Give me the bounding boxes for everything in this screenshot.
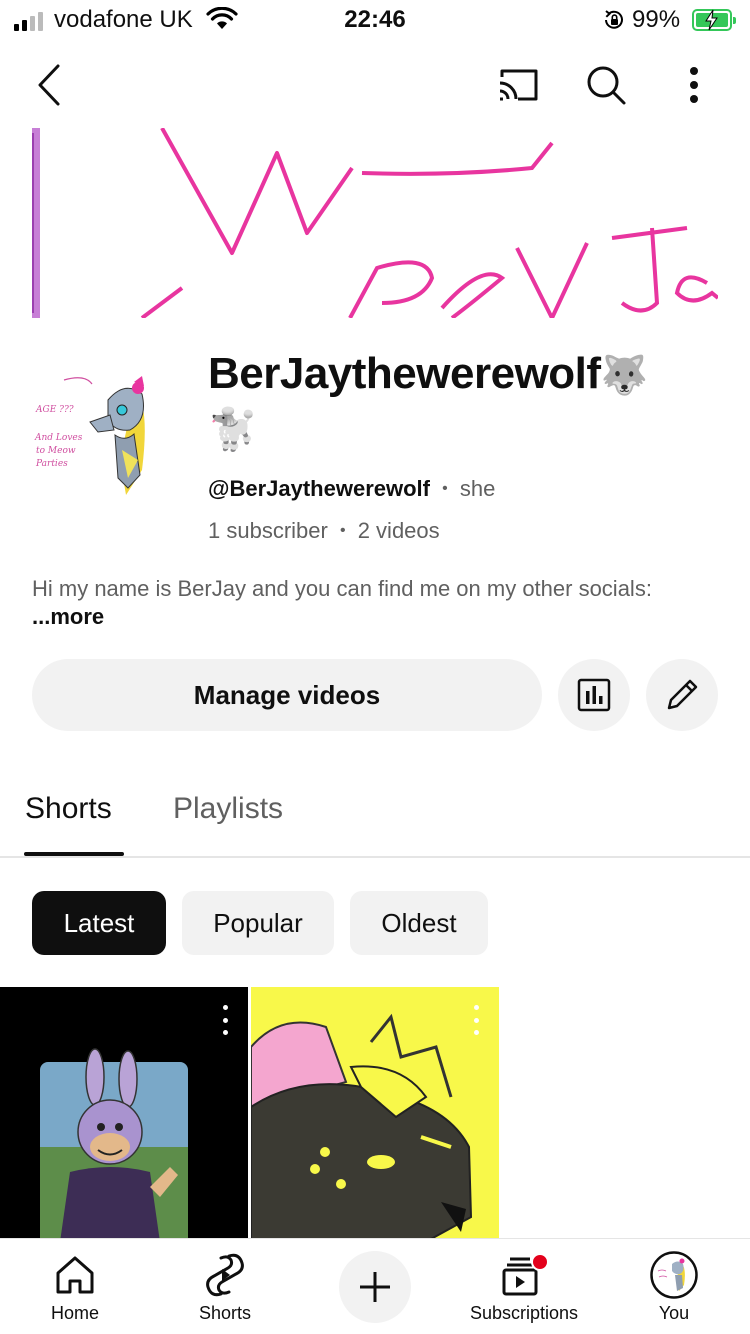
description-text: Hi my name is BerJay and you can find me… [32,576,652,601]
channel-pronoun: she [459,476,496,501]
subscriber-count: 1 subscriber [208,518,328,543]
separator-dot: • [442,480,448,497]
channel-handle: @BerJaythewerewolf [208,476,430,501]
cast-icon [499,69,538,101]
short-more-button[interactable] [469,1005,483,1035]
back-button[interactable] [24,56,74,114]
short-thumbnail[interactable] [251,987,499,1239]
create-button[interactable] [339,1251,411,1323]
description-more-link[interactable]: ...more [32,604,104,629]
poodle-emoji: 🐩 [208,408,258,452]
battery-percent: 99% [632,6,681,33]
channel-avatar[interactable]: AGE ??? And Loves to Meow Parties [30,360,160,500]
nav-shorts-label: Shorts [198,1303,252,1323]
svg-text:Parties: Parties [35,459,68,469]
subscriptions-icon [500,1253,548,1297]
analytics-button[interactable] [558,659,630,731]
tab-playlists[interactable]: Playlists [173,792,283,826]
channel-stats: 1 subscriber • 2 videos [208,518,440,544]
status-bar: vodafone UK 22:46 99% [0,0,750,40]
chip-oldest[interactable]: Oldest [350,891,488,955]
search-icon [587,66,626,105]
chip-latest[interactable]: Latest [32,891,166,955]
nav-subscriptions[interactable]: Subscriptions [449,1239,599,1334]
tab-shorts[interactable]: Shorts [25,792,112,826]
home-icon [51,1253,99,1297]
battery-icon [692,9,736,31]
analytics-icon [577,678,611,712]
separator-dot: • [339,522,346,539]
channel-banner[interactable] [32,128,718,318]
avatar [650,1251,698,1299]
active-tab-indicator [24,852,124,856]
svg-text:AGE ???: AGE ??? [35,405,74,415]
svg-text:to Meow: to Meow [36,446,76,456]
nav-you[interactable]: You [599,1239,749,1334]
video-count: 2 videos [357,518,440,543]
channel-description[interactable]: Hi my name is BerJay and you can find me… [32,575,712,631]
edit-channel-button[interactable] [646,659,718,731]
short-thumbnail-image [251,1013,473,1239]
top-nav [0,50,750,120]
short-more-button[interactable] [218,1005,232,1035]
back-arrow-icon [38,64,60,106]
nav-home[interactable]: Home [0,1239,150,1334]
manage-videos-button[interactable]: Manage videos [32,659,542,731]
short-thumbnail-image [40,1048,188,1239]
bottom-nav: Home Shorts Subscriptions You [0,1238,750,1334]
svg-text:And Loves: And Loves [34,433,83,443]
nav-subscriptions-label: Subscriptions [469,1303,579,1323]
cast-button[interactable] [492,62,544,108]
nav-home-label: Home [50,1303,99,1323]
shorts-icon [201,1253,249,1297]
nav-shorts[interactable]: Shorts [150,1239,300,1334]
rotation-lock-icon [605,10,623,29]
more-options-button[interactable] [674,60,714,110]
handle-line: @BerJaythewerewolf • she [208,476,495,502]
nav-you-label: You [658,1303,690,1323]
plus-icon [360,1272,390,1302]
pencil-icon [667,679,698,710]
wolf-emoji: 🐺 [600,355,648,397]
short-thumbnail[interactable] [0,987,248,1239]
search-button[interactable] [580,60,632,110]
banner-artwork [32,128,718,318]
more-vert-icon [690,67,698,103]
channel-name: BerJaythewerewolf🐺 [208,346,718,404]
channel-tabs: Shorts Playlists [0,770,750,858]
chip-popular[interactable]: Popular [182,891,334,955]
channel-name-text: BerJaythewerewolf [208,349,601,398]
avatar-artwork: AGE ??? And Loves to Meow Parties [34,376,145,495]
